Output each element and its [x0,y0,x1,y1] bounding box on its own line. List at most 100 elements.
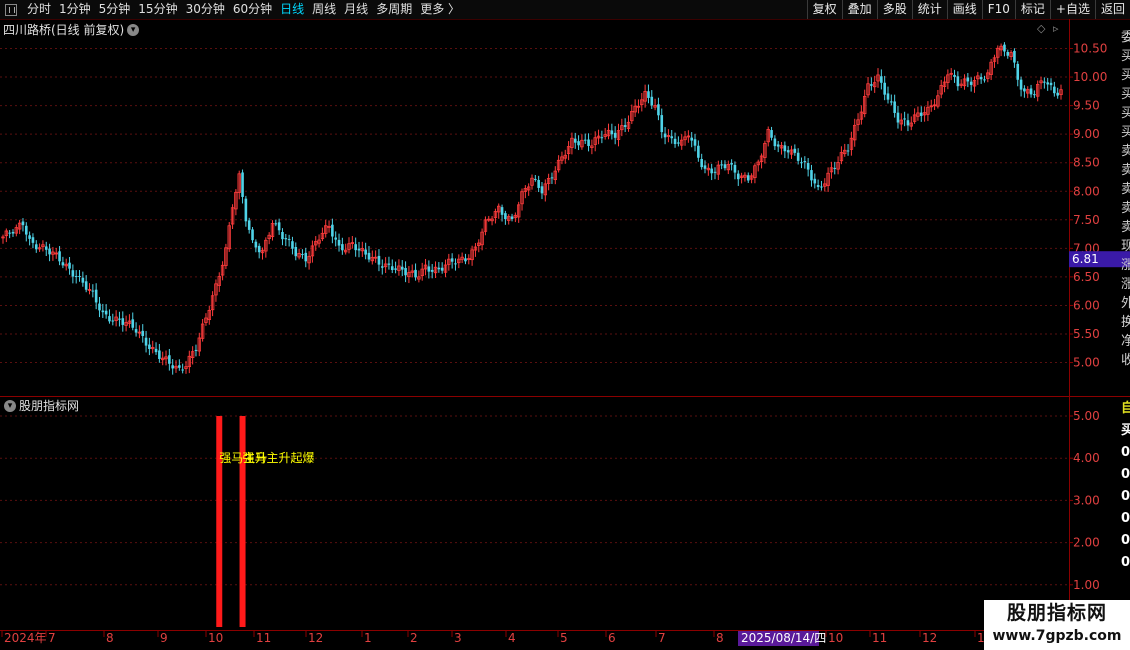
candle-body [713,171,717,173]
date-tick-label: 9 [160,631,168,645]
price-tick-label: 8.00 [1073,184,1100,198]
candle-body [144,337,148,346]
candle-body [274,223,278,225]
candle-body [131,319,135,328]
candle-body [454,263,457,265]
date-tick-label: 2024年 [4,631,47,645]
candle-body [154,348,158,353]
candle-body [1029,88,1033,95]
candle-body [663,133,667,138]
candle-body [647,91,650,98]
indicator-panel-char: 0 [1121,533,1130,548]
candle-body [504,213,507,220]
candle-body [171,365,174,369]
quote-panel-char: 买 [1121,49,1130,64]
quote-panel-char: 换 [1121,315,1130,330]
candle-body [1053,86,1056,94]
candle-body [577,141,580,146]
candle-body [380,266,384,268]
candle-body [101,310,105,313]
candle-body [367,252,371,260]
quote-panel-char: 卖 [1121,144,1130,159]
candle-body [440,267,444,271]
quote-panel-char: 买 [1121,125,1130,140]
watermark-logo: 股朋指标网 www.7gpzb.com [984,600,1130,650]
chevron-down-icon[interactable]: ▾ [4,399,16,412]
candle-body [806,163,810,170]
indicator-panel-title: 股朋指标网 [19,399,80,413]
chart-canvas[interactable]: 强马主升强马主升起爆 5.005.506.006.507.007.508.008… [0,0,1130,650]
indicator-panel-header: ▾ 股朋指标网 [1,397,79,414]
candle-body [537,179,540,188]
candle-body [573,138,577,143]
candle-body [906,120,910,126]
candle-body [48,248,51,255]
candle-body [44,246,48,250]
candle-body [883,82,886,95]
candle-body [816,185,820,188]
candle-body [281,231,284,240]
indicator-axis: 1.00 2.00 3.00 4.00 5.00 [1069,409,1100,592]
candle-body [657,104,660,116]
signal-bar [239,416,246,627]
candle-body [1046,82,1049,85]
quote-panel-char: 卖 [1121,201,1130,216]
candle-body [773,138,777,147]
indicator-tick-label: 3.00 [1073,493,1100,507]
price-tick-label: 6.50 [1073,270,1100,284]
candle-body [291,241,294,249]
candle-body [786,150,790,153]
signal-bars: 强马主升强马主升起爆 [216,416,315,627]
candle-body [98,303,101,311]
candle-body [650,96,654,106]
candle-body [966,77,970,82]
date-tick-label: 4 [508,631,516,645]
diamond-icon[interactable]: ◇ [1037,22,1045,35]
candle-body [587,139,590,146]
candle-body [736,173,740,180]
quote-panel-char: 收 [1121,353,1130,368]
candle-body [148,344,151,349]
candle-body [677,142,680,144]
candle-body [697,145,700,158]
candle-body [953,74,956,77]
candle-body [1006,52,1010,56]
date-tick-label: 1 [364,631,372,645]
candle-body [464,258,467,262]
candle-body [500,207,504,215]
date-tick-label: 11 [872,631,887,645]
candle-body [31,237,35,243]
candlesticks [1,42,1063,375]
candle-body [690,137,693,141]
watermark-title: 股朋指标网 [1006,602,1107,624]
candle-body [703,165,707,169]
candle-body [400,266,404,270]
candle-body [710,168,713,174]
price-tick-label: 6.00 [1073,298,1100,312]
price-tick-label: 9.50 [1073,99,1100,113]
candle-body [437,267,441,270]
chevron-down-icon[interactable]: ▾ [127,23,140,36]
candle-body [1003,44,1006,52]
date-axis: 2024年7891011121234567891011121 [1,631,985,645]
candle-body [583,139,587,141]
candle-body [610,130,614,135]
candle-body [510,216,514,219]
candle-body [390,266,394,270]
indicator-tick-label: 5.00 [1073,409,1100,423]
candle-body [404,267,407,276]
candle-body [364,249,367,255]
triangle-right-icon[interactable]: ▹ [1053,22,1059,35]
candle-body [430,269,434,272]
indicator-panel-char: 0 [1121,445,1130,460]
candle-body [833,167,837,169]
main-panel-header: 四川路桥(日线 前复权) ▾ [3,21,142,38]
date-tick-label: 10 [828,631,843,645]
candle-body [746,175,750,181]
candle-body [111,320,115,322]
candle-body [1056,92,1059,96]
indicator-tick-label: 1.00 [1073,578,1100,592]
date-tick-label: 12 [308,631,323,645]
candle-body [1033,94,1036,96]
candle-body [178,365,181,368]
